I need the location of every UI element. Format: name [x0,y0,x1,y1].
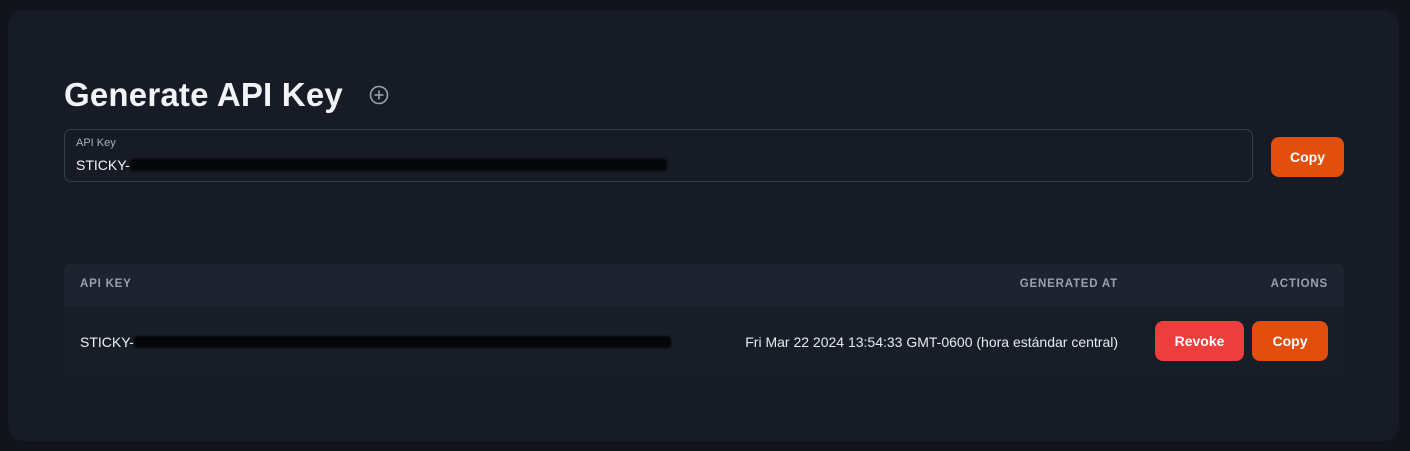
column-header-actions: ACTIONS [1270,278,1328,290]
redacted-key-mask [134,337,670,347]
table-header: API KEY GENERATED AT ACTIONS [64,264,1344,306]
page-title: Generate API Key [64,76,343,113]
row-api-key: STICKY- [80,334,670,350]
title-row: Generate API Key [64,74,390,116]
api-key-field-value[interactable]: STICKY- [76,157,666,173]
api-keys-table: API KEY GENERATED AT ACTIONS STICKY- Fri… [64,264,1344,378]
column-header-generated-at: GENERATED AT [1019,278,1118,290]
copy-row-key-button[interactable]: Copy [1252,321,1328,361]
copy-api-key-button[interactable]: Copy [1271,137,1344,177]
api-key-field[interactable]: API Key STICKY- [64,129,1253,182]
row-api-key-prefix: STICKY- [80,334,134,350]
row-generated-at: Fri Mar 22 2024 13:54:33 GMT-0600 (hora … [745,334,1118,350]
table-row: STICKY- Fri Mar 22 2024 13:54:33 GMT-060… [64,306,1344,378]
api-key-card: Generate API Key API Key STICKY- Copy AP… [8,10,1399,441]
column-header-api-key: API KEY [80,278,132,290]
api-key-prefix: STICKY- [76,157,130,173]
revoke-button[interactable]: Revoke [1155,321,1244,361]
plus-circle-icon[interactable] [368,84,390,106]
api-key-field-label: API Key [76,137,116,149]
redacted-key-mask [130,160,666,170]
